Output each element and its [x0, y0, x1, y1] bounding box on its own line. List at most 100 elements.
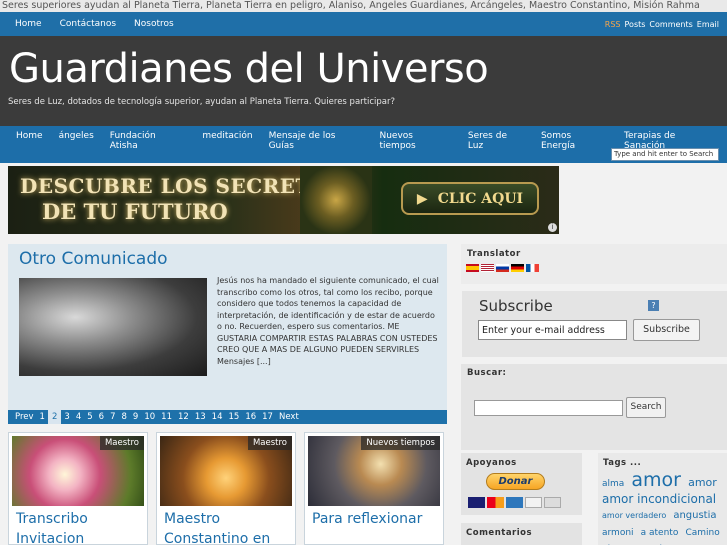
- top-navigation-bar: Home Contáctanos Nosotros RSS Posts Comm…: [0, 12, 727, 36]
- nav-item-mensaje-guias[interactable]: Mensaje de los Guías: [261, 131, 372, 151]
- pagination-page[interactable]: 4: [73, 410, 84, 424]
- main-navigation-bar: Home ángeles Fundación Atisha meditación…: [0, 126, 727, 163]
- top-nav-contact[interactable]: Contáctanos: [51, 19, 125, 29]
- featured-post-image[interactable]: [19, 278, 207, 376]
- post-card-title[interactable]: Maestro Constantino en: [164, 509, 292, 545]
- banner-headline-line1: DESCUBRE LOS SECRETOS: [20, 174, 344, 198]
- search-widget-title: Buscar:: [467, 368, 507, 378]
- comments-widget: Comentarios: [461, 523, 582, 545]
- tag-link[interactable]: a atento: [641, 528, 679, 538]
- pagination-page[interactable]: 11: [158, 410, 175, 424]
- nav-item-nuevos-tiempos[interactable]: Nuevos tiempos: [371, 131, 459, 151]
- nav-item-angeles[interactable]: ángeles: [51, 131, 102, 151]
- pagination-page[interactable]: 15: [225, 410, 242, 424]
- post-card-title[interactable]: Para reflexionar: [312, 509, 440, 529]
- posts-feed-link[interactable]: Posts: [625, 20, 646, 29]
- pagination-page[interactable]: 9: [130, 410, 141, 424]
- pagination-next[interactable]: Next: [276, 410, 302, 424]
- tag-link[interactable]: amor: [688, 476, 717, 489]
- pagination-page[interactable]: 8: [119, 410, 130, 424]
- translator-widget: Translator: [461, 244, 727, 284]
- pagination-page[interactable]: 7: [107, 410, 118, 424]
- translator-title: Translator: [467, 249, 521, 259]
- pagination-page[interactable]: 16: [242, 410, 259, 424]
- post-card-title[interactable]: Transcribo Invitacion: [16, 509, 144, 545]
- visa-icon: [468, 497, 485, 508]
- play-arrow-icon: ▶: [416, 190, 428, 207]
- post-card[interactable]: Maestro Transcribo Invitacion: [8, 432, 148, 545]
- rss-link[interactable]: RSS: [605, 20, 621, 29]
- subscribe-email-input[interactable]: [478, 320, 627, 340]
- banner-glowing-image: [300, 166, 372, 234]
- flag-germany-icon[interactable]: [511, 264, 524, 272]
- ad-banner[interactable]: DESCUBRE LOS SECRETOS DE TU FUTURO ▶ CLI…: [8, 166, 559, 234]
- pagination-page[interactable]: 10: [141, 410, 158, 424]
- site-title[interactable]: Guardianes del Universo: [9, 46, 489, 92]
- header-search-input[interactable]: Type and hit enter to Search: [611, 148, 719, 161]
- bank-transfer-icon: [544, 497, 561, 508]
- comments-widget-title: Comentarios: [466, 528, 533, 538]
- tag-link[interactable]: amor: [631, 469, 681, 491]
- nav-item-meditacion[interactable]: meditación: [194, 131, 260, 151]
- pagination-page[interactable]: 2: [47, 410, 62, 424]
- tag-link[interactable]: armoni: [602, 528, 634, 538]
- flag-france-icon[interactable]: [526, 264, 539, 272]
- top-tagline: Seres superiores ayudan al Planeta Tierr…: [0, 0, 727, 12]
- nav-item-home[interactable]: Home: [8, 131, 51, 151]
- featured-post-title[interactable]: Otro Comunicado: [19, 249, 168, 269]
- tag-link[interactable]: amor incondicional: [602, 492, 716, 506]
- tag-link[interactable]: angustia: [673, 510, 716, 521]
- donate-widget: Apoyanos Donar: [461, 453, 582, 515]
- tag-link[interactable]: alma: [602, 479, 624, 489]
- pagination-page[interactable]: 17: [259, 410, 276, 424]
- pagination-page[interactable]: 12: [175, 410, 192, 424]
- post-card-category[interactable]: Nuevos tiempos: [361, 436, 440, 450]
- site-tagline: Seres de Luz, dotados de tecnología supe…: [8, 97, 395, 107]
- post-card-category[interactable]: Maestro: [247, 436, 292, 450]
- post-card[interactable]: Maestro Maestro Constantino en: [156, 432, 296, 545]
- help-icon[interactable]: ?: [648, 300, 659, 311]
- nav-item-seres-de-luz[interactable]: Seres de Luz: [460, 131, 533, 151]
- flag-russia-icon[interactable]: [496, 264, 509, 272]
- tags-widget: Tags ... alma amor amor amor incondicion…: [598, 453, 727, 545]
- sidebar-search-button[interactable]: Search: [626, 397, 666, 418]
- pagination-page[interactable]: 14: [209, 410, 226, 424]
- banner-cta-label: CLIC AQUI: [437, 190, 524, 207]
- banner-headline-line2: DE TU FUTURO: [42, 199, 228, 224]
- banner-cta-button[interactable]: ▶ CLIC AQUI: [401, 182, 539, 215]
- mastercard-icon: [487, 497, 504, 508]
- top-nav-about[interactable]: Nosotros: [125, 19, 183, 29]
- pagination-page[interactable]: 1: [37, 410, 48, 424]
- search-widget: Buscar: Search: [461, 364, 727, 450]
- post-card[interactable]: Nuevos tiempos Para reflexionar: [304, 432, 444, 545]
- nav-item-somos-energia[interactable]: Somos Energía: [533, 131, 616, 151]
- subscribe-button[interactable]: Subscribe: [633, 319, 700, 341]
- pagination-page[interactable]: 3: [61, 410, 72, 424]
- flag-spain-icon[interactable]: [466, 264, 479, 272]
- subscribe-title: Subscribe: [479, 297, 553, 315]
- tags-widget-title: Tags ...: [603, 458, 642, 468]
- site-header: Guardianes del Universo Seres de Luz, do…: [0, 36, 727, 126]
- donate-button[interactable]: Donar: [486, 473, 545, 490]
- flag-usa-icon[interactable]: [481, 264, 494, 272]
- discover-icon: [525, 497, 542, 508]
- tag-link[interactable]: Camino: [685, 528, 719, 538]
- post-card-category[interactable]: Maestro: [99, 436, 144, 450]
- donate-widget-title: Apoyanos: [466, 458, 517, 468]
- top-nav-home[interactable]: Home: [6, 19, 51, 29]
- email-link[interactable]: Email: [697, 20, 719, 29]
- subscribe-widget: Subscribe ? Subscribe: [462, 291, 727, 357]
- sidebar-search-input[interactable]: [474, 400, 623, 416]
- pagination: Prev 1 2 3 4 5 6 7 8 9 10 11 12 13 14 15 16 17 Next: [8, 410, 447, 424]
- comments-feed-link[interactable]: Comments: [649, 20, 692, 29]
- pagination-page[interactable]: 13: [192, 410, 209, 424]
- pagination-page[interactable]: 5: [84, 410, 95, 424]
- pagination-prev[interactable]: Prev: [12, 410, 37, 424]
- featured-post: Otro Comunicado Jesús nos ha mandado el …: [8, 244, 447, 410]
- featured-post-excerpt: Jesús nos ha mandado el siguiente comuni…: [217, 276, 439, 366]
- amex-icon: [506, 497, 523, 508]
- nav-item-fundacion-atisha[interactable]: Fundación Atisha: [102, 131, 195, 151]
- ad-info-icon[interactable]: i: [548, 223, 557, 232]
- pagination-page[interactable]: 6: [96, 410, 107, 424]
- tag-link[interactable]: amor verdadero: [602, 511, 666, 520]
